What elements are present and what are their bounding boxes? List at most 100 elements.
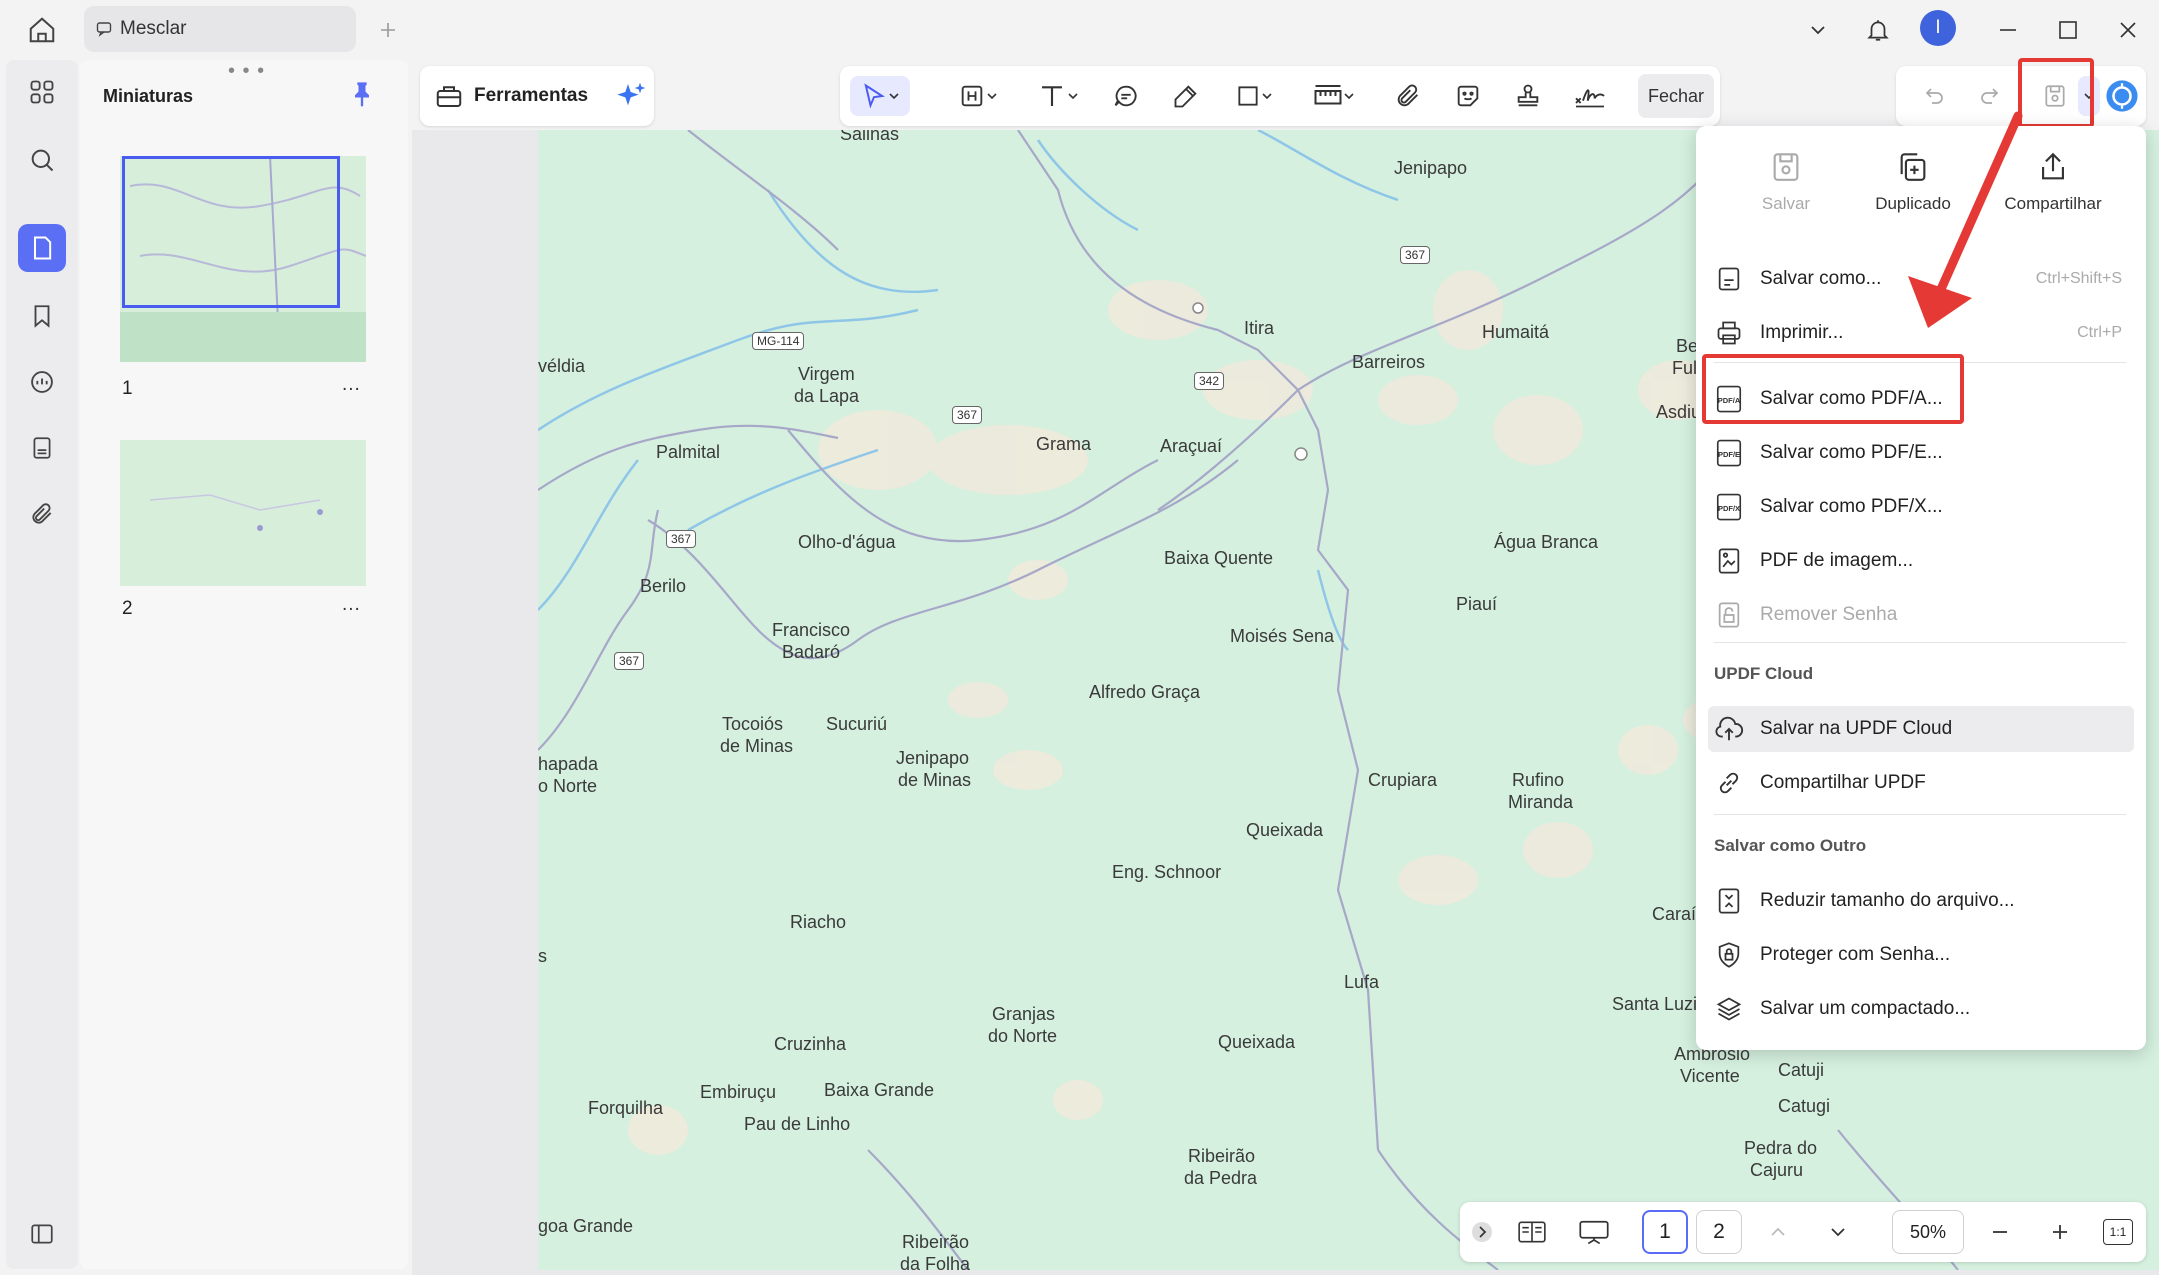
- new-tab-button[interactable]: [372, 14, 404, 46]
- menu-save-pdfe[interactable]: PDF/E Salvar como PDF/E...: [1708, 430, 2134, 476]
- page-navigation-bar: 1 2 50% 1:1: [1460, 1202, 2146, 1262]
- page-1-button[interactable]: 1: [1642, 1210, 1688, 1254]
- map-place-label: Queixada: [1246, 820, 1324, 840]
- ai-assistant-icon[interactable]: [2102, 76, 2142, 116]
- map-place-label: Água Branca: [1494, 532, 1599, 552]
- map-place-label: da Pedra: [1184, 1168, 1258, 1188]
- thumbnail-more-button[interactable]: ...: [342, 594, 361, 616]
- close-icon[interactable]: [2108, 10, 2148, 50]
- actual-size-button[interactable]: 1:1: [2100, 1212, 2136, 1252]
- map-place-label: Ful: [1672, 358, 1698, 378]
- pencil-tool[interactable]: [1166, 76, 1206, 116]
- search-icon[interactable]: [18, 136, 66, 184]
- map-place-label: Alfredo Graça: [1089, 682, 1201, 702]
- bookmark-icon[interactable]: [18, 292, 66, 340]
- menu-save-pdfx[interactable]: PDF/X Salvar como PDF/X...: [1708, 484, 2134, 530]
- comments-icon[interactable]: [18, 358, 66, 406]
- comment-tool[interactable]: [1106, 76, 1146, 116]
- paperclip-icon: [1397, 84, 1418, 107]
- menu-share-updf[interactable]: Compartilhar UPDF: [1708, 760, 2134, 806]
- menu-divider: [1714, 642, 2126, 643]
- menu-protect-password[interactable]: Proteger com Senha...: [1708, 932, 2134, 978]
- map-place-label: Pau de Linho: [744, 1114, 851, 1134]
- page-2-button[interactable]: 2: [1696, 1210, 1742, 1254]
- map-place-label: Catuji: [1778, 1060, 1825, 1080]
- chevron-down-icon[interactable]: [1798, 10, 1838, 50]
- pin-icon[interactable]: [348, 80, 378, 110]
- menu-divider: [1714, 814, 2126, 815]
- form-icon[interactable]: [18, 424, 66, 472]
- map-place-label: Ribeirão: [1188, 1146, 1256, 1166]
- thumbnail-viewport[interactable]: [122, 156, 340, 308]
- chevron-down-icon[interactable]: [1820, 1212, 1856, 1252]
- sidebar-toggle-icon[interactable]: [18, 1210, 66, 1258]
- tools-label: Ferramentas: [474, 85, 589, 106]
- thumbnail-more-button[interactable]: ...: [342, 374, 361, 396]
- svg-text:PDF/X: PDF/X: [1718, 504, 1740, 513]
- map-place-label: Miranda: [1508, 792, 1574, 812]
- thumbnails-icon[interactable]: [18, 224, 66, 272]
- printer-icon: [1714, 318, 1744, 348]
- map-place-label: Cajuru: [1750, 1160, 1804, 1180]
- map-place-label: Queixada: [1218, 1032, 1296, 1052]
- map-place-label: Virgem: [798, 364, 855, 384]
- zoom-in-icon[interactable]: [2042, 1212, 2078, 1252]
- map-place-label: Pedra do: [1744, 1138, 1818, 1158]
- highlight-tool[interactable]: [950, 76, 1006, 116]
- map-place-label: Grama: [1036, 434, 1092, 454]
- document-tab[interactable]: Mesclar: [84, 6, 356, 52]
- drag-handle[interactable]: • • •: [228, 60, 265, 83]
- tools-button[interactable]: Ferramentas: [420, 66, 654, 126]
- map-place-label: Forquilha: [588, 1098, 664, 1118]
- select-tool[interactable]: [850, 76, 910, 116]
- chevron-down-icon: [1344, 93, 1354, 100]
- title-bar: Mesclar I: [0, 0, 2159, 60]
- zoom-out-icon[interactable]: [1982, 1212, 2018, 1252]
- map-place-label: Jenipapo: [896, 748, 970, 768]
- reading-mode-icon[interactable]: [1510, 1212, 1554, 1252]
- home-icon[interactable]: [22, 12, 62, 48]
- compress-icon: [1714, 886, 1744, 916]
- zoom-level[interactable]: 50%: [1892, 1210, 1964, 1254]
- attachment-icon[interactable]: [18, 490, 66, 538]
- map-place-label: véldia: [538, 356, 586, 376]
- stamp-tool[interactable]: [1508, 76, 1548, 116]
- menu-item-label: Salvar um compactado...: [1760, 998, 1971, 1019]
- apps-grid-icon[interactable]: [18, 68, 66, 116]
- text-tool[interactable]: [1028, 76, 1088, 116]
- map-place-label: Humaitá: [1482, 322, 1550, 342]
- presentation-icon[interactable]: [1572, 1212, 1616, 1252]
- ai-sparkle-icon[interactable]: [616, 80, 648, 112]
- sticker-tool[interactable]: [1448, 76, 1488, 116]
- menu-image-pdf[interactable]: PDF de imagem...: [1708, 538, 2134, 584]
- map-place-label: da Folha: [900, 1254, 971, 1270]
- expand-icon[interactable]: [1468, 1212, 1496, 1252]
- signature-tool[interactable]: [1568, 76, 1612, 116]
- menu-save-cloud[interactable]: Salvar na UPDF Cloud: [1708, 706, 2134, 752]
- link-icon: [1714, 768, 1744, 798]
- comment-icon: [1114, 85, 1137, 107]
- close-toolbar-button[interactable]: Fechar: [1638, 74, 1714, 118]
- page-thumbnail[interactable]: [120, 440, 366, 586]
- chevron-up-icon[interactable]: [1760, 1212, 1796, 1252]
- share-icon: [2042, 152, 2064, 180]
- quick-save-button[interactable]: Salvar: [1726, 150, 1846, 214]
- menu-remove-password[interactable]: Remover Senha: [1708, 592, 2134, 638]
- attach-tool[interactable]: [1388, 76, 1428, 116]
- shape-tool[interactable]: [1226, 76, 1282, 116]
- route-shield: 367: [1400, 246, 1431, 264]
- map-place-label: Vicente: [1680, 1066, 1740, 1086]
- unlock-icon: [1714, 600, 1744, 630]
- avatar[interactable]: I: [1920, 10, 1956, 46]
- pencil-icon: [1174, 85, 1197, 108]
- bell-icon[interactable]: [1858, 10, 1898, 50]
- map-place-label: Itira: [1244, 318, 1275, 338]
- map-place-label: goa Grande: [538, 1216, 634, 1236]
- minimize-icon[interactable]: [1988, 10, 2028, 50]
- menu-item-label: Salvar como PDF/E...: [1760, 442, 1943, 463]
- menu-reduce-size[interactable]: Reduzir tamanho do arquivo...: [1708, 878, 2134, 924]
- maximize-icon[interactable]: [2048, 10, 2088, 50]
- menu-save-compressed[interactable]: Salvar um compactado...: [1708, 986, 2134, 1032]
- chevron-down-icon: [889, 93, 899, 100]
- measure-tool[interactable]: [1304, 76, 1364, 116]
